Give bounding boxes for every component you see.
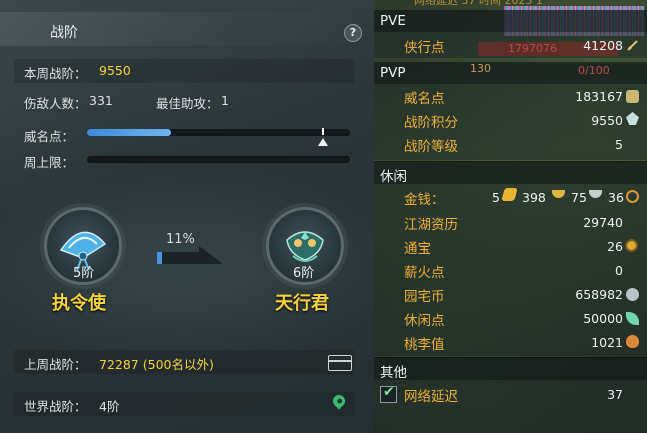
coin-icon — [625, 239, 638, 252]
peach-plum-label: 桃李值 — [404, 337, 445, 353]
panel-title: 战阶 — [50, 25, 78, 41]
current-rank-name: 执令使 — [52, 293, 106, 314]
world-rank-label: 世界战阶： — [24, 399, 87, 414]
tongbao-label: 通宝 — [404, 241, 431, 257]
rank-progress-arrow — [199, 246, 223, 264]
help-icon[interactable]: ? — [344, 24, 362, 42]
pvp-overlay-number: 130 — [470, 62, 491, 75]
money-copper-value: 36 — [608, 190, 624, 205]
network-latency-checkbox[interactable]: ✔ — [380, 384, 397, 403]
house-coin-icon — [626, 288, 639, 301]
sword-icon — [627, 40, 638, 51]
pve-overlay-text: 1797076 — [508, 42, 557, 55]
network-latency-label: 网络延迟 — [404, 389, 458, 405]
house-coin-label: 园宅币 — [404, 289, 445, 305]
rank-level-value: 5 — [615, 137, 623, 152]
rank-score-label: 战阶积分 — [404, 115, 458, 131]
peach-plum-value: 1021 — [591, 335, 623, 350]
rank-progress-percent: 11% — [166, 232, 195, 247]
world-rank-row: 世界战阶： 4阶 — [14, 392, 354, 416]
pve-header: PVE — [374, 10, 647, 32]
prestige-progress-fill — [87, 129, 172, 136]
other-header: 其他 — [374, 358, 647, 381]
money-gold-ingot-value: 5 — [492, 190, 500, 205]
kills-value: 331 — [89, 93, 113, 108]
top-status-text: 网络延迟 37 时间 2025 1 — [414, 0, 543, 7]
current-rank-level: 5阶 — [73, 266, 95, 281]
kills-label: 伤敌人数： — [24, 96, 87, 111]
next-rank-name: 天行君 — [275, 293, 329, 314]
money-label: 金钱： — [404, 192, 445, 208]
best-assist-value: 1 — [221, 93, 229, 108]
rank-progress-bar — [157, 252, 199, 264]
checkmark-icon: ✔ — [383, 384, 395, 400]
prestige-points-value: 183167 — [575, 89, 623, 104]
rank-level-label: 战阶等级 — [404, 139, 458, 155]
pvp-rank-panel: 战阶 ? 本周战阶： 9550 伤敌人数： 331 最佳助攻： 1 威名点： 周… — [0, 0, 374, 433]
fire-points-value: 0 — [615, 263, 623, 278]
last-week-rank-row: 上周战阶： 72287 (500名以外) — [14, 350, 354, 374]
house-coin-value: 658982 — [575, 287, 623, 302]
chivalry-points-value: 41208 — [583, 38, 623, 53]
world-rank-value: 4阶 — [99, 399, 120, 414]
jianghu-seniority-value: 29740 — [583, 215, 623, 230]
other-header-text: 其他 — [380, 365, 407, 381]
fire-points-label: 薪火点 — [404, 265, 445, 281]
rank-progress-fill — [157, 252, 162, 264]
prestige-cap-marker-icon — [318, 138, 328, 146]
prestige-cap-line — [322, 128, 324, 135]
pvp-overlay-progress: 0/100 — [578, 64, 610, 77]
week-rank-label: 本周战阶： — [24, 66, 87, 81]
last-week-rank-label: 上周战阶： — [24, 357, 87, 372]
leisure-header: 休闲 — [374, 162, 647, 185]
last-week-rank-value: 72287 (500名以外) — [99, 357, 214, 372]
money-gold-bowl-value: 398 — [522, 190, 546, 205]
best-assist-label: 最佳助攻： — [156, 96, 219, 111]
jianghu-seniority-label: 江湖资历 — [404, 217, 458, 233]
money-silver-bowl-value: 75 — [571, 190, 587, 205]
prestige-points-label: 威名点 — [404, 91, 445, 107]
pve-header-text: PVE — [380, 13, 406, 29]
rank-score-value: 9550 — [591, 113, 623, 128]
leisure-header-text: 休闲 — [380, 169, 407, 185]
chest-icon[interactable] — [328, 355, 352, 371]
week-limit-label: 周上限： — [24, 155, 75, 170]
leisure-points-label: 休闲点 — [404, 313, 445, 329]
week-limit-bar — [87, 156, 350, 163]
prestige-progress-bar — [87, 129, 350, 136]
gourd-icon — [626, 335, 639, 348]
network-latency-value: 37 — [607, 387, 623, 402]
copper-coin-icon — [626, 190, 639, 203]
chivalry-points-label: 侠行点 — [404, 40, 445, 56]
tongbao-value: 26 — [607, 239, 623, 254]
week-rank-row: 本周战阶： 9550 — [14, 59, 354, 83]
pvp-header-text: PVP — [380, 65, 406, 81]
week-rank-value: 9550 — [99, 63, 131, 78]
leisure-points-value: 50000 — [583, 311, 623, 326]
next-rank-level: 6阶 — [293, 266, 315, 281]
currency-stats-panel: 网络延迟 37 时间 2025 1 PVE 1797076 侠行点 41208 … — [374, 0, 647, 433]
prestige-label: 威名点： — [24, 129, 75, 144]
helmet-icon — [626, 90, 639, 103]
